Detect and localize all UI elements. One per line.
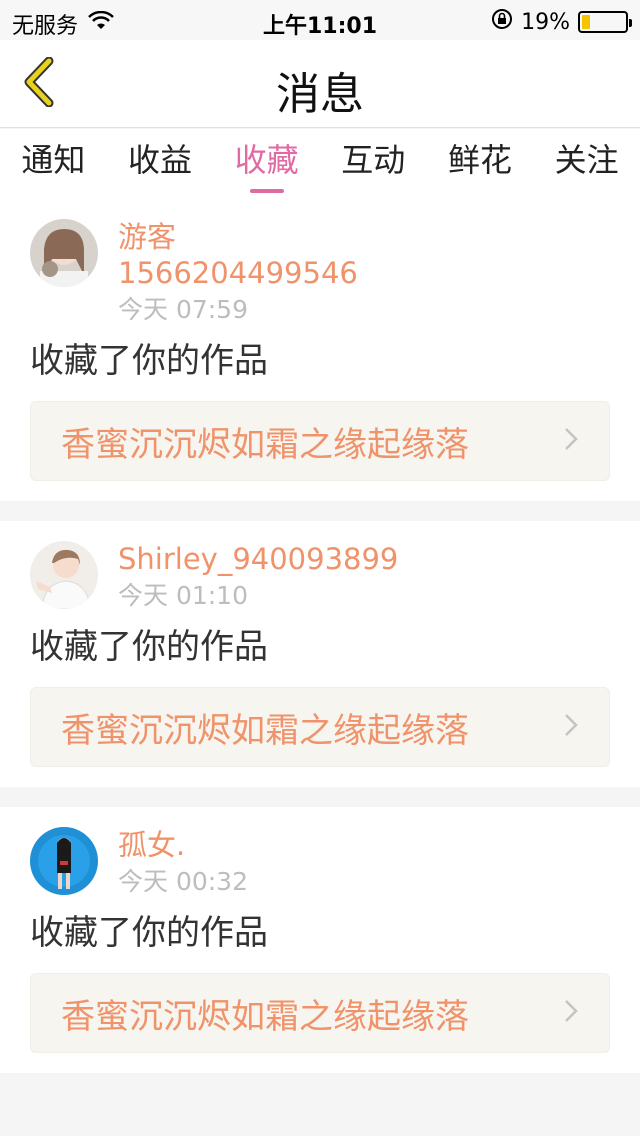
message-meta: Shirley_940093899 今天 01:10	[118, 541, 398, 613]
message-header: Shirley_940093899 今天 01:10	[30, 541, 610, 613]
battery-icon	[578, 11, 632, 33]
work-title: 香蜜沉沉烬如霜之缘起缘落	[61, 996, 469, 1037]
tab-notifications[interactable]: 通知	[17, 135, 89, 181]
work-title: 香蜜沉沉烬如霜之缘起缘落	[61, 424, 469, 465]
message-time: 今天 07:59	[118, 295, 248, 324]
message-card: Shirley_940093899 今天 01:10 收藏了你的作品 香蜜沉沉烬…	[0, 521, 640, 787]
message-text: 收藏了你的作品	[30, 627, 268, 667]
message-meta: 游客 1566204499546 今天 07:59	[118, 219, 358, 327]
message-header: 游客 1566204499546 今天 07:59	[30, 219, 610, 327]
tab-favorites[interactable]: 收藏	[231, 135, 303, 181]
message-card: 游客 1566204499546 今天 07:59 收藏了你的作品 香蜜沉沉烬如…	[0, 199, 640, 501]
status-right: 19%	[491, 8, 632, 36]
tab-bar: 通知 收益 收藏 互动 鲜花 关注	[0, 129, 640, 199]
avatar[interactable]	[30, 827, 98, 895]
user-name[interactable]: Shirley_940093899	[118, 541, 398, 577]
work-title: 香蜜沉沉烬如霜之缘起缘落	[61, 710, 469, 751]
user-name[interactable]: 游客	[118, 219, 358, 255]
work-link[interactable]: 香蜜沉沉烬如霜之缘起缘落	[30, 401, 610, 481]
battery-percent: 19%	[521, 9, 570, 35]
work-link[interactable]: 香蜜沉沉烬如霜之缘起缘落	[30, 973, 610, 1053]
avatar[interactable]	[30, 219, 98, 287]
tab-flowers[interactable]: 鲜花	[444, 135, 516, 181]
message-text: 收藏了你的作品	[30, 913, 268, 953]
chevron-right-icon	[563, 712, 579, 742]
work-link[interactable]: 香蜜沉沉烬如霜之缘起缘落	[30, 687, 610, 767]
message-card: 孤女. 今天 00:32 收藏了你的作品 香蜜沉沉烬如霜之缘起缘落	[0, 807, 640, 1073]
tab-earnings[interactable]: 收益	[124, 135, 196, 181]
tab-following[interactable]: 关注	[551, 135, 623, 181]
message-text: 收藏了你的作品	[30, 341, 268, 381]
message-meta: 孤女. 今天 00:32	[118, 827, 248, 899]
chevron-right-icon	[563, 998, 579, 1028]
message-time: 今天 01:10	[118, 581, 248, 610]
chevron-right-icon	[563, 426, 579, 456]
rotation-lock-icon	[491, 8, 513, 36]
message-time: 今天 00:32	[118, 867, 248, 896]
message-list: 游客 1566204499546 今天 07:59 收藏了你的作品 香蜜沉沉烬如…	[0, 199, 640, 1093]
user-id[interactable]: 1566204499546	[118, 255, 358, 291]
battery-level	[582, 15, 590, 29]
avatar[interactable]	[30, 541, 98, 609]
message-header: 孤女. 今天 00:32	[30, 827, 610, 899]
nav-bar: 消息	[0, 40, 640, 128]
status-bar: 无服务 上午11:01 19%	[0, 0, 640, 40]
user-name[interactable]: 孤女.	[118, 827, 248, 863]
page-title: 消息	[276, 69, 364, 120]
tab-interactions[interactable]: 互动	[337, 135, 409, 181]
